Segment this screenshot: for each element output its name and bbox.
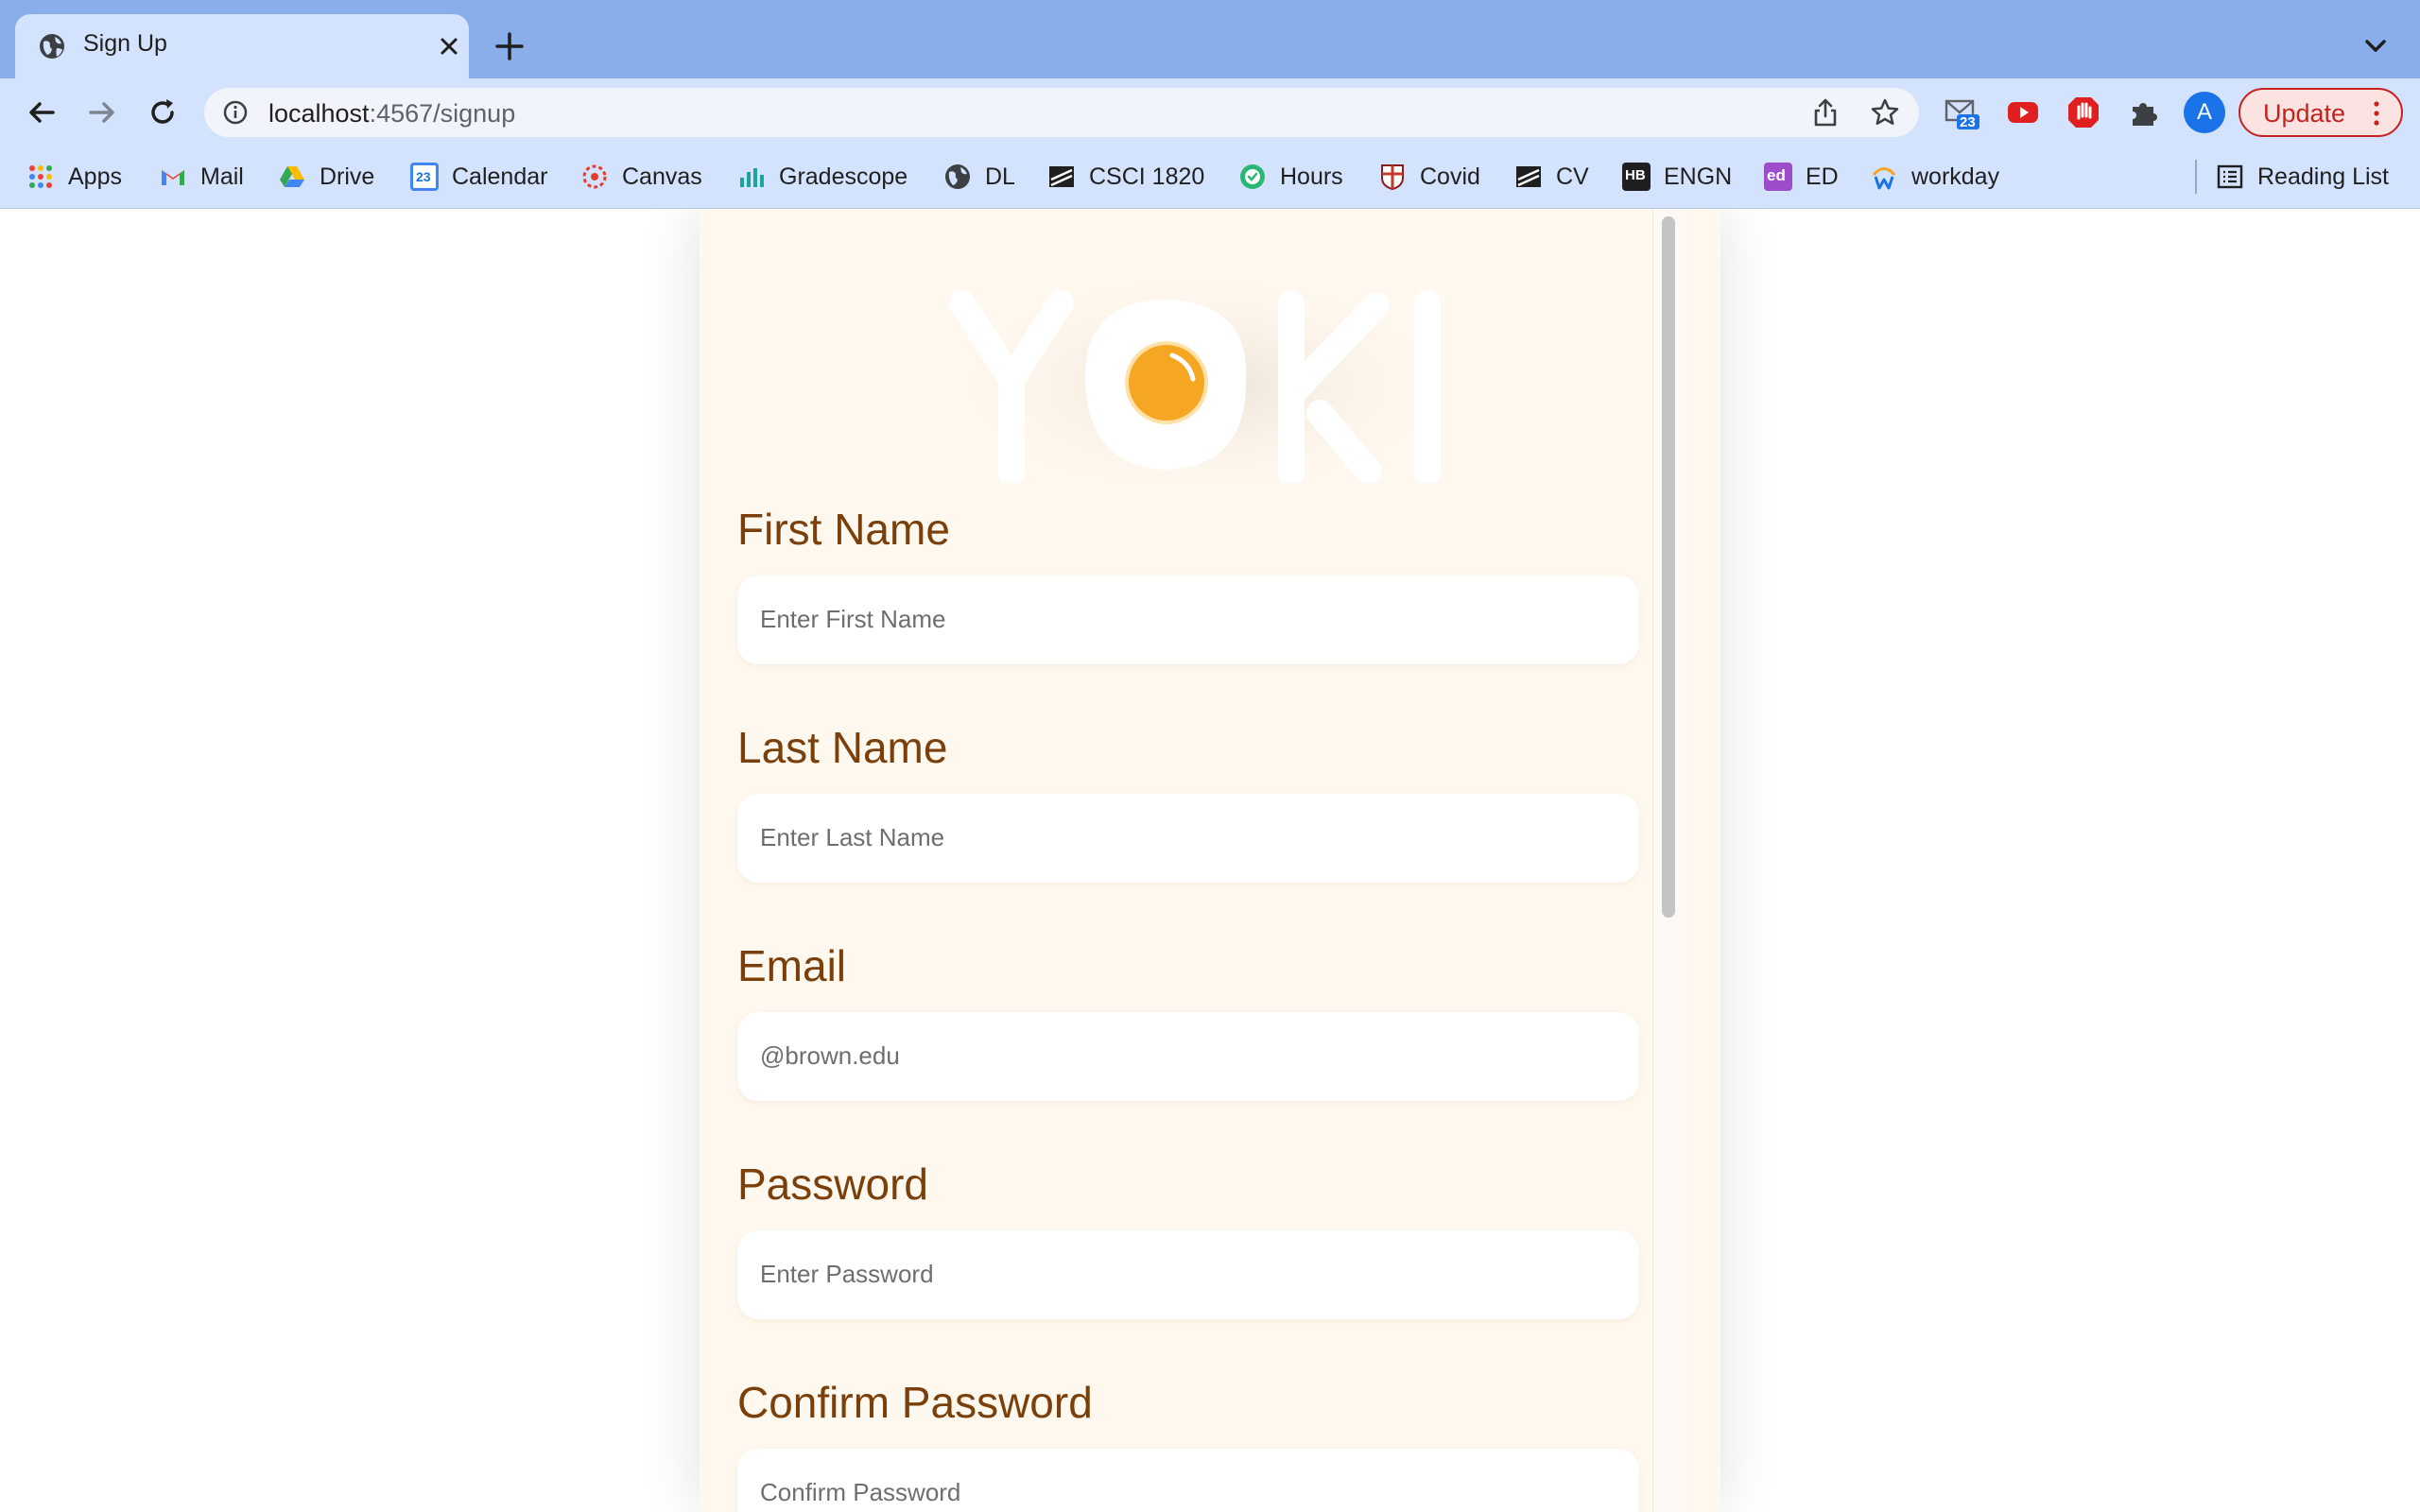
first-name-label: First Name — [737, 505, 950, 554]
reload-icon[interactable] — [146, 95, 180, 129]
bookmark-csci-1820[interactable]: CSCI 1820 — [1047, 158, 1204, 196]
bookmark-engn[interactable]: HB ENGN — [1622, 158, 1732, 196]
bookmark-canvas[interactable]: Canvas — [580, 158, 702, 196]
bookmark-gradescope[interactable]: Gradescope — [737, 158, 908, 196]
forward-arrow-icon[interactable] — [85, 95, 119, 129]
bookmark-dl[interactable]: DL — [943, 158, 1015, 196]
new-tab-icon[interactable] — [493, 30, 526, 62]
gradescope-icon — [740, 168, 764, 187]
ed-icon: ed — [1764, 163, 1792, 191]
first-name-input[interactable]: Enter First Name — [737, 576, 1639, 664]
url-text: localhost:4567/signup — [268, 99, 516, 128]
brown-shield-icon — [1381, 164, 1404, 191]
close-tab-icon[interactable] — [435, 32, 463, 60]
last-name-label: Last Name — [737, 723, 948, 772]
update-label: Update — [2263, 99, 2346, 128]
info-icon[interactable] — [223, 100, 248, 125]
password-label: Password — [737, 1160, 928, 1209]
reading-list-button[interactable]: Reading List — [2216, 158, 2389, 196]
first-name-placeholder: Enter First Name — [760, 605, 946, 633]
address-bar[interactable]: localhost:4567/signup — [204, 88, 1919, 137]
chevron-down-icon[interactable] — [2361, 34, 2390, 59]
email-label: Email — [737, 941, 847, 990]
apps-grid-icon — [29, 165, 52, 188]
confirm-password-label: Confirm Password — [737, 1378, 1093, 1427]
calendar-icon: 23 — [410, 163, 439, 191]
bookmark-star-icon[interactable] — [1870, 97, 1900, 128]
tab-title: Sign Up — [83, 30, 167, 57]
globe-icon — [945, 164, 970, 189]
bookmark-workday[interactable]: workday — [1870, 158, 1999, 196]
yoki-logo — [945, 261, 1456, 483]
course-icon — [1049, 166, 1074, 187]
signup-card: First Name Enter First Name Last Name En… — [700, 209, 1720, 1512]
canvas-icon — [582, 164, 607, 189]
password-input[interactable]: Enter Password — [737, 1230, 1639, 1319]
back-arrow-icon[interactable] — [25, 95, 59, 129]
course-icon — [1516, 166, 1541, 187]
gmail-icon — [162, 170, 184, 185]
hours-check-icon — [1240, 164, 1265, 189]
scrollbar-thumb[interactable] — [1662, 216, 1675, 918]
drive-icon — [280, 166, 304, 187]
confirm-password-input[interactable]: Confirm Password — [737, 1449, 1639, 1512]
bookmark-cv[interactable]: CV — [1514, 158, 1589, 196]
bookmark-mail[interactable]: Mail — [159, 158, 244, 196]
youtube-extension-icon[interactable] — [2004, 94, 2042, 131]
tab-sign-up[interactable]: Sign Up — [15, 14, 469, 78]
adblock-hand-icon[interactable] — [2065, 94, 2102, 131]
page-viewport: First Name Enter First Name Last Name En… — [0, 209, 2420, 1512]
bookmark-covid[interactable]: Covid — [1378, 158, 1480, 196]
email-input[interactable]: @brown.edu — [737, 1012, 1639, 1101]
extensions-puzzle-icon[interactable] — [2125, 94, 2163, 131]
bookmarks-bar: Apps Mail Drive 23 Calendar Canvas Grade… — [0, 146, 2420, 209]
email-placeholder: @brown.edu — [760, 1041, 900, 1070]
bookmark-hours[interactable]: Hours — [1238, 158, 1343, 196]
share-icon[interactable] — [1811, 97, 1840, 128]
globe-icon — [40, 34, 64, 59]
reading-list-icon — [2217, 164, 2243, 189]
tab-strip: Sign Up — [0, 0, 2420, 78]
last-name-placeholder: Enter Last Name — [760, 823, 945, 851]
bookmark-apps[interactable]: Apps — [26, 158, 122, 196]
bookmarks-separator — [2195, 160, 2197, 194]
mail-badge: 23 — [1960, 114, 1976, 130]
browser-toolbar: localhost:4567/signup 23 A Update — [0, 78, 2420, 146]
bookmark-drive[interactable]: Drive — [278, 158, 374, 196]
bookmark-ed[interactable]: ed ED — [1764, 158, 1839, 196]
password-placeholder: Enter Password — [760, 1260, 934, 1288]
workday-icon — [1872, 167, 1896, 190]
hb-icon: HB — [1622, 163, 1651, 191]
more-vertical-icon — [2374, 101, 2379, 126]
mail-extension[interactable]: 23 — [1944, 94, 1981, 131]
bookmark-calendar[interactable]: 23 Calendar — [410, 158, 547, 196]
update-button[interactable]: Update — [2238, 88, 2403, 137]
profile-avatar[interactable]: A — [2184, 92, 2225, 133]
confirm-password-placeholder: Confirm Password — [760, 1478, 961, 1506]
last-name-input[interactable]: Enter Last Name — [737, 794, 1639, 883]
